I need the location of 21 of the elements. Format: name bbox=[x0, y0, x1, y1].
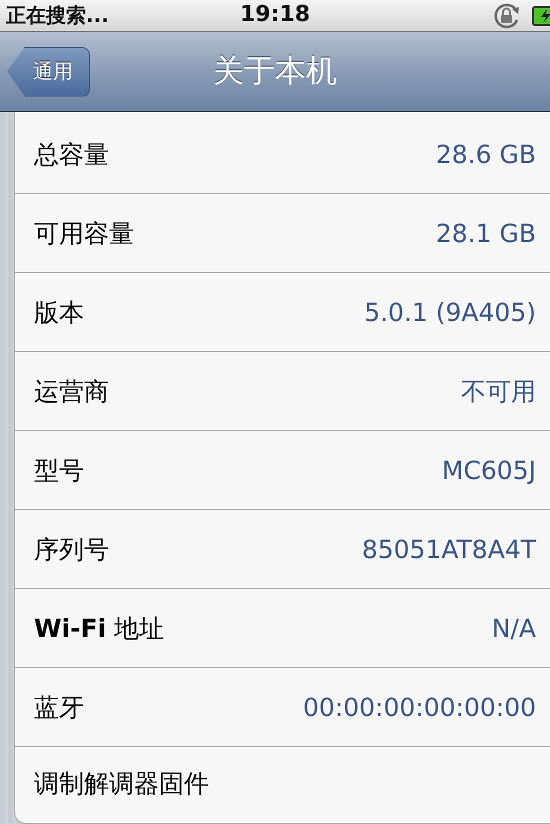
row-value: 5.0.1 (9A405) bbox=[364, 298, 536, 326]
carrier-text: 正在搜索... bbox=[6, 2, 109, 29]
row-label: Wi-Fi 地址 bbox=[34, 612, 164, 644]
row-label: 蓝牙 bbox=[34, 692, 84, 724]
row-label: 版本 bbox=[34, 296, 84, 328]
clock-time: 19:18 bbox=[240, 2, 310, 27]
row-value: 不可用 bbox=[461, 376, 536, 408]
row-label: 型号 bbox=[34, 454, 84, 486]
back-button[interactable]: 通用 bbox=[7, 46, 90, 96]
page-title: 关于本机 bbox=[213, 52, 337, 91]
row-label: 可用容量 bbox=[34, 218, 134, 250]
row-value: N/A bbox=[492, 614, 536, 642]
row-label: 调制解调器固件 bbox=[34, 768, 209, 800]
row-value: MC605J bbox=[442, 456, 536, 484]
row-label: 序列号 bbox=[34, 534, 109, 566]
row-value: 28.1 GB bbox=[436, 218, 536, 248]
row-value: 85051AT8A4T bbox=[362, 534, 536, 564]
row-label: 总容量 bbox=[34, 138, 109, 170]
row-value: 28.6 GB bbox=[436, 140, 536, 168]
row-value: 00:00:00:00:00:00 bbox=[303, 692, 536, 722]
row-label: 运营商 bbox=[34, 376, 109, 408]
